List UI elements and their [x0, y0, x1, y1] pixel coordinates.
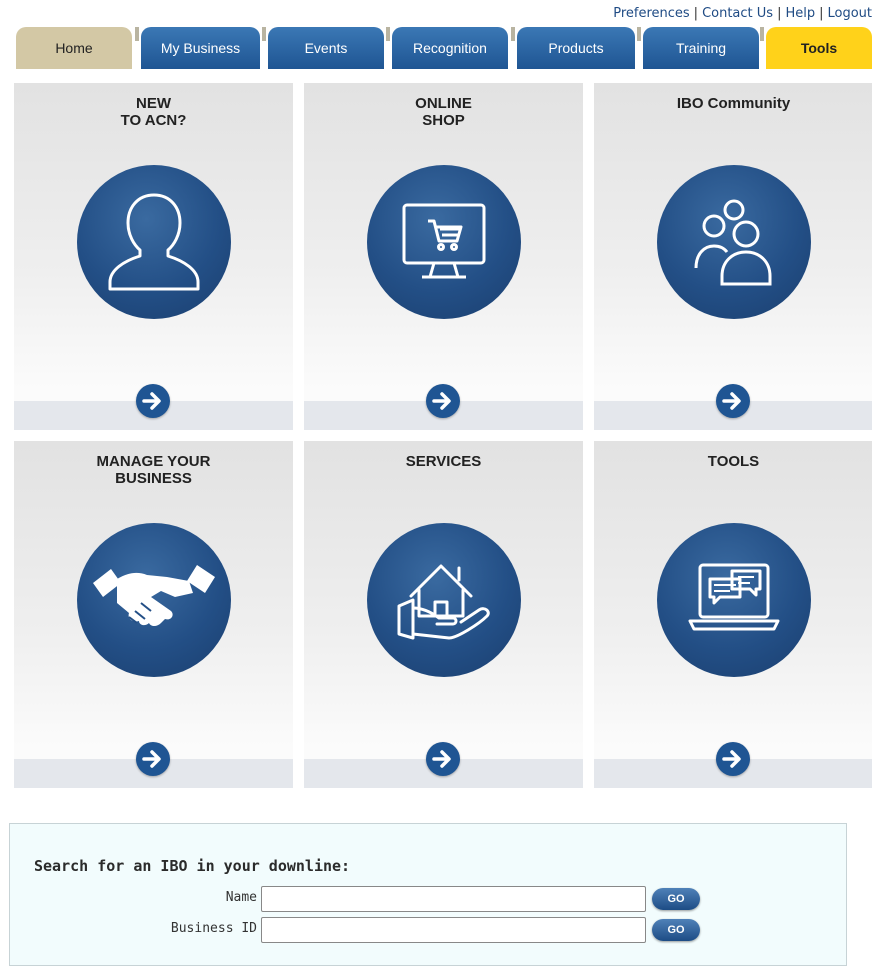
tab-training[interactable]: Training — [637, 27, 759, 69]
tab-label: Training — [675, 40, 727, 56]
tile-title: TOOLS — [707, 453, 760, 470]
tile-manage-your-business[interactable]: MANAGE YOUR BUSINESS — [14, 441, 293, 788]
tab-divider — [135, 27, 139, 41]
tab-divider — [637, 27, 641, 41]
tile-tools[interactable]: TOOLS — [594, 441, 872, 788]
main-nav-tabs: Home My Business Events Recognition Prod… — [16, 27, 872, 69]
tile-title: ONLINE SHOP — [415, 95, 472, 129]
laptop-chat-icon — [657, 523, 811, 677]
monitor-cart-icon — [367, 165, 521, 319]
business-id-input[interactable] — [261, 917, 646, 943]
house-in-hand-icon — [367, 523, 521, 677]
tab-divider — [760, 27, 764, 41]
name-go-button[interactable]: GO — [652, 888, 700, 910]
separator: | — [777, 6, 782, 21]
tile-online-shop[interactable]: ONLINE SHOP — [304, 83, 583, 430]
separator: | — [819, 6, 824, 21]
tab-label: Tools — [800, 40, 838, 56]
tab-my-business[interactable]: My Business — [135, 27, 260, 69]
name-input[interactable] — [261, 886, 646, 912]
search-heading: Search for an IBO in your downline: — [34, 857, 351, 875]
arrow-right-icon[interactable] — [136, 742, 170, 776]
community-people-icon — [657, 165, 811, 319]
business-id-go-button[interactable]: GO — [652, 919, 700, 941]
tile-title: SERVICES — [405, 453, 482, 470]
tile-title: MANAGE YOUR BUSINESS — [96, 453, 211, 487]
tab-label: Products — [548, 40, 604, 56]
user-silhouette-icon — [77, 165, 231, 319]
tab-events[interactable]: Events — [262, 27, 384, 69]
tab-label: Recognition — [413, 40, 487, 56]
business-id-label: Business ID — [170, 921, 257, 936]
preferences-link[interactable]: Preferences — [613, 6, 689, 21]
tab-tools[interactable]: Tools — [760, 27, 872, 69]
tab-home[interactable]: Home — [16, 27, 132, 69]
tab-divider — [386, 27, 390, 41]
separator: | — [693, 6, 699, 21]
tab-label: Events — [304, 40, 348, 56]
handshake-icon — [77, 523, 231, 677]
tile-new-to-acn[interactable]: NEW TO ACN? — [14, 83, 293, 430]
tab-divider — [262, 27, 266, 41]
tile-title: NEW TO ACN? — [120, 95, 187, 129]
help-link[interactable]: Help — [785, 6, 815, 21]
tile-services[interactable]: SERVICES — [304, 441, 583, 788]
utility-links: Preferences | Contact Us | Help | Logout — [613, 6, 872, 21]
tab-products[interactable]: Products — [511, 27, 635, 69]
tab-label: Home — [55, 40, 93, 56]
ibo-search-panel: Search for an IBO in your downline: Name… — [9, 823, 847, 966]
logout-link[interactable]: Logout — [827, 6, 872, 21]
arrow-right-icon[interactable] — [716, 384, 750, 418]
tab-divider — [511, 27, 515, 41]
arrow-right-icon[interactable] — [426, 384, 460, 418]
tile-title: IBO Community — [676, 95, 791, 112]
tab-label: My Business — [160, 40, 241, 56]
arrow-right-icon[interactable] — [426, 742, 460, 776]
arrow-right-icon[interactable] — [716, 742, 750, 776]
contact-us-link[interactable]: Contact Us — [702, 6, 773, 21]
tab-recognition[interactable]: Recognition — [386, 27, 508, 69]
name-label: Name — [225, 890, 257, 905]
tile-ibo-community[interactable]: IBO Community — [594, 83, 872, 430]
arrow-right-icon[interactable] — [136, 384, 170, 418]
